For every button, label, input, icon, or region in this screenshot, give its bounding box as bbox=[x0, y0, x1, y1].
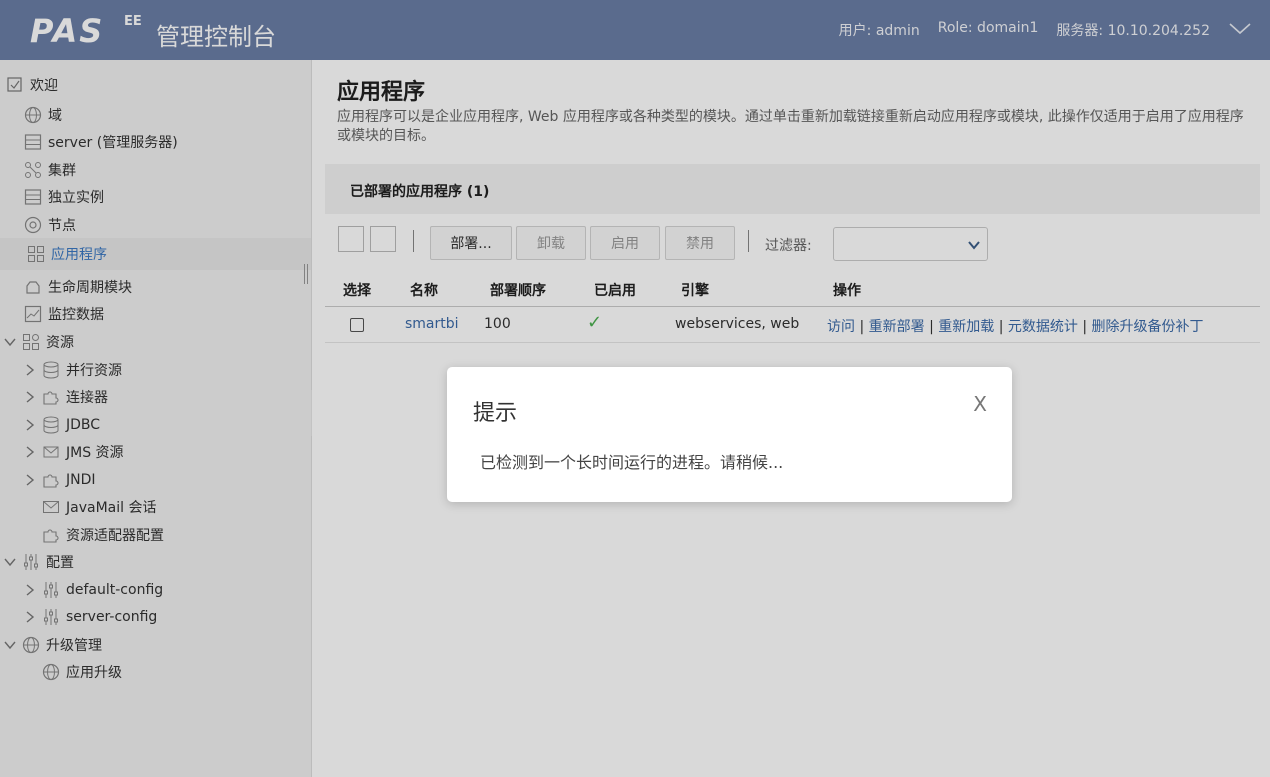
close-icon[interactable]: X bbox=[973, 392, 987, 416]
notice-dialog: 提示 X 已检测到一个长时间运行的进程。请稍候... bbox=[447, 367, 1012, 502]
dialog-message: 已检测到一个长时间运行的进程。请稍候... bbox=[480, 453, 784, 472]
dialog-title: 提示 bbox=[473, 401, 518, 426]
